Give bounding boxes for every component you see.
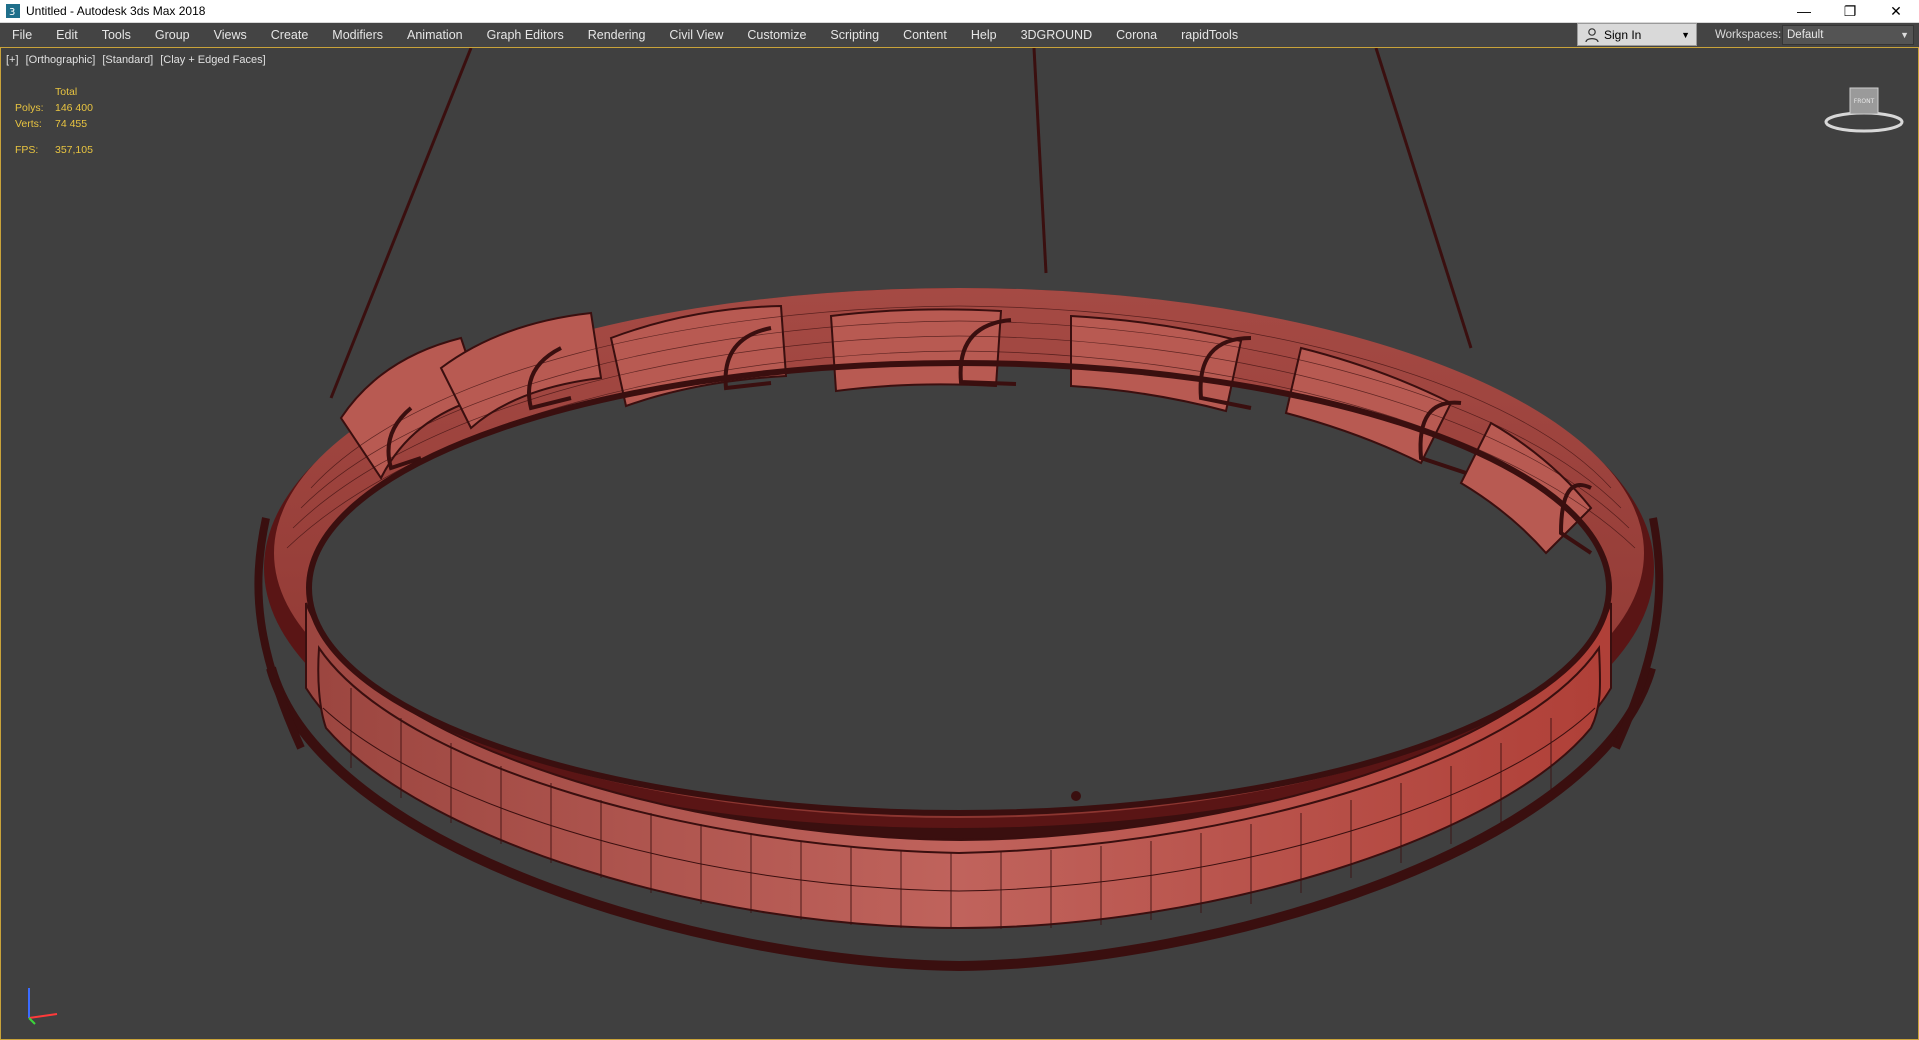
viewport-plus-menu[interactable]: [+]	[6, 54, 19, 66]
menu-views[interactable]: Views	[202, 23, 259, 47]
viewcube-face-label: FRONT	[1854, 98, 1875, 105]
sign-in-dropdown[interactable]: Sign In ▼	[1577, 23, 1697, 46]
axis-tripod-icon	[28, 988, 58, 1025]
viewport-statistics: Total Polys: 146 400 Verts: 74 455 FPS: 357…	[15, 84, 93, 158]
viewport-label-menu: [+] [Orthographic] [Standard] [Clay + Ed…	[6, 54, 270, 66]
menu-rendering[interactable]: Rendering	[576, 23, 658, 47]
menu-scripting[interactable]: Scripting	[818, 23, 891, 47]
3dsmax-app-icon[interactable]: 3	[6, 4, 20, 18]
menu-help[interactable]: Help	[959, 23, 1009, 47]
chevron-down-icon: ▼	[1900, 30, 1909, 40]
workspaces-value: Default	[1787, 29, 1824, 41]
viewcube-icon[interactable]: FRONT	[1821, 80, 1907, 136]
viewport-display-mode-menu[interactable]: [Clay + Edged Faces]	[160, 54, 265, 66]
polys-value: 146 400	[55, 102, 93, 114]
menu-file[interactable]: File	[0, 23, 44, 47]
suspension-wire	[1374, 48, 1473, 349]
menu-tools[interactable]: Tools	[90, 23, 143, 47]
verts-label: Verts:	[15, 118, 42, 130]
scene-ring-chandelier	[254, 48, 1664, 972]
user-icon	[1584, 27, 1600, 43]
fps-label: FPS:	[15, 144, 39, 156]
menu-3dground[interactable]: 3DGROUND	[1009, 23, 1105, 47]
sign-in-label: Sign In	[1604, 27, 1642, 42]
menu-create[interactable]: Create	[259, 23, 321, 47]
minimize-button[interactable]: —	[1781, 0, 1827, 22]
viewport-view-menu[interactable]: [Orthographic]	[26, 54, 96, 66]
wire-anchor	[1071, 791, 1081, 801]
ring-geometry	[254, 48, 1664, 972]
suspension-wire	[1032, 48, 1048, 274]
viewport-shading-preset-menu[interactable]: [Standard]	[102, 54, 153, 66]
menu-corona[interactable]: Corona	[1104, 23, 1169, 47]
close-button[interactable]: ✕	[1873, 0, 1919, 22]
svg-text:3: 3	[9, 7, 15, 18]
chevron-down-icon: ▼	[1681, 29, 1690, 40]
menu-modifiers[interactable]: Modifiers	[320, 23, 395, 47]
menu-civil-view[interactable]: Civil View	[657, 23, 735, 47]
window-title: Untitled - Autodesk 3ds Max 2018	[26, 4, 206, 18]
stats-header: Total	[55, 86, 78, 98]
workspaces-select[interactable]: Default ▼	[1782, 25, 1914, 45]
title-bar: 3 Untitled - Autodesk 3ds Max 2018 — ❐ ✕	[0, 0, 1919, 23]
fps-value: 357,105	[55, 144, 93, 156]
menu-edit[interactable]: Edit	[44, 23, 90, 47]
polys-label: Polys:	[15, 102, 44, 114]
perspective-viewport[interactable]: [+] [Orthographic] [Standard] [Clay + Ed…	[0, 47, 1919, 1040]
workspaces-label: Workspaces:	[1715, 29, 1782, 41]
menu-group[interactable]: Group	[143, 23, 202, 47]
menu-animation[interactable]: Animation	[395, 23, 475, 47]
menu-content[interactable]: Content	[891, 23, 959, 47]
menu-rapidtools[interactable]: rapidTools	[1169, 23, 1250, 47]
verts-value: 74 455	[55, 118, 88, 130]
restore-button[interactable]: ❐	[1827, 0, 1873, 22]
menu-customize[interactable]: Customize	[735, 23, 818, 47]
menu-graph-editors[interactable]: Graph Editors	[475, 23, 576, 47]
